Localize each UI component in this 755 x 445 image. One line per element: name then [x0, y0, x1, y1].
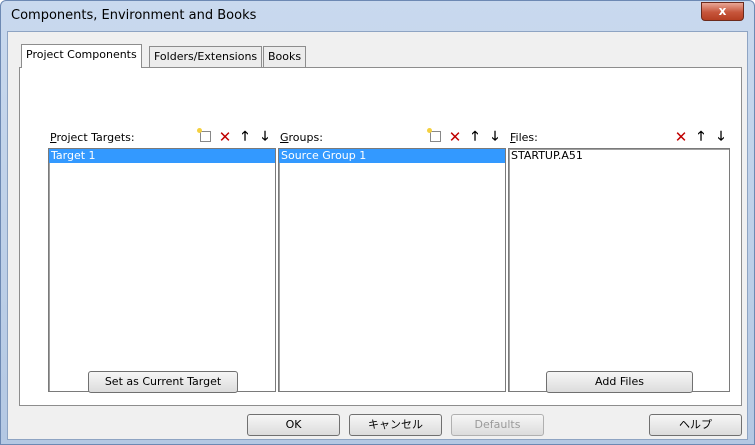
- close-button[interactable]: x: [701, 2, 744, 21]
- new-icon[interactable]: [426, 128, 444, 146]
- move-down-icon[interactable]: 🡓: [486, 128, 504, 146]
- defaults-button[interactable]: Defaults: [451, 414, 544, 436]
- add-files-label: Add Files: [595, 375, 644, 388]
- cancel-button[interactable]: キャンセル: [349, 414, 442, 436]
- delete-icon[interactable]: ✕: [672, 128, 690, 146]
- move-up-icon[interactable]: 🡑: [692, 128, 710, 146]
- move-up-icon[interactable]: 🡑: [236, 128, 254, 146]
- project-components-panel: Project Targets: ✕ 🡑 🡓 Target 1 Groups: …: [19, 67, 742, 406]
- help-button[interactable]: ヘルプ: [649, 414, 742, 436]
- files-label: Files:: [510, 131, 538, 144]
- files-header: Files: ✕ 🡑 🡓: [508, 128, 730, 148]
- set-current-target-label: Set as Current Target: [104, 375, 222, 388]
- delete-icon[interactable]: ✕: [446, 128, 464, 146]
- files-listbox[interactable]: STARTUP.A51: [508, 148, 730, 392]
- groups-header: Groups: ✕ 🡑 🡓: [278, 128, 504, 148]
- groups-listbox[interactable]: Source Group 1: [278, 148, 506, 392]
- list-item[interactable]: Target 1: [49, 149, 275, 163]
- targets-listbox[interactable]: Target 1: [48, 148, 276, 392]
- tab-folders-extensions[interactable]: Folders/Extensions: [149, 46, 263, 67]
- dialog-window: Components, Environment and Books x Proj…: [0, 0, 755, 445]
- targets-header: Project Targets: ✕ 🡑 🡓: [48, 128, 274, 148]
- list-item[interactable]: Source Group 1: [279, 149, 505, 163]
- list-item[interactable]: STARTUP.A51: [509, 149, 729, 163]
- move-down-icon[interactable]: 🡓: [256, 128, 274, 146]
- ok-button[interactable]: OK: [247, 414, 340, 436]
- tab-project-components[interactable]: Project Components: [21, 44, 142, 68]
- move-up-icon[interactable]: 🡑: [466, 128, 484, 146]
- title-bar[interactable]: Components, Environment and Books x: [1, 1, 754, 31]
- move-down-icon[interactable]: 🡓: [712, 128, 730, 146]
- add-files-button[interactable]: Add Files: [546, 371, 693, 393]
- tab-books[interactable]: Books: [263, 46, 307, 67]
- new-icon[interactable]: [196, 128, 214, 146]
- delete-icon[interactable]: ✕: [216, 128, 234, 146]
- targets-label: Project Targets:: [50, 131, 135, 144]
- dialog-client: Project Components Folders/Extensions Bo…: [7, 31, 748, 440]
- window-title: Components, Environment and Books: [11, 8, 257, 23]
- groups-label: Groups:: [280, 131, 323, 144]
- set-current-target-button[interactable]: Set as Current Target: [88, 371, 238, 393]
